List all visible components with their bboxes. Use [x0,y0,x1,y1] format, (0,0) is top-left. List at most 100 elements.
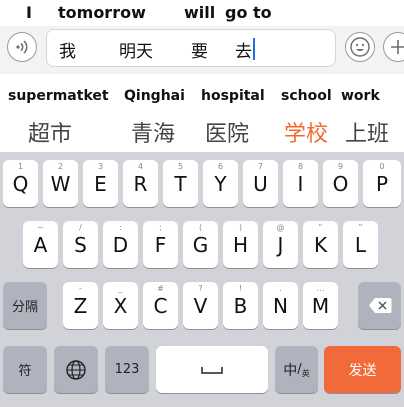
key-hint: - [79,284,82,293]
input-char-qu: 去 [235,42,252,62]
emoji-button[interactable] [345,32,375,62]
key-label: Z [73,293,88,318]
key-hint: … [316,284,325,293]
key-c[interactable]: # C [143,282,178,329]
candidate-yiyuan[interactable]: 医院 [205,116,249,148]
key-s[interactable]: / S [63,221,98,268]
key-u[interactable]: 7U [243,160,278,207]
key-j[interactable]: @ J [263,221,298,268]
key-k[interactable]: “K [303,221,338,268]
key-hint: . [279,284,282,293]
key-hint: 8 [297,162,304,171]
key-label: A [33,232,48,257]
key-label: 中 [283,362,298,379]
voice-icon [16,40,28,54]
key-hint: 4 [137,162,144,171]
key-m[interactable]: … M [303,282,338,329]
key-b[interactable]: ! B [223,282,258,329]
key-label: H [232,232,249,257]
key-e[interactable]: 3E [83,160,118,207]
key-hint: ” [358,223,363,232]
key-hint: “ [318,223,323,232]
key-d[interactable]: :D [103,221,138,268]
key-label: R [133,171,148,196]
key-hint: 6 [217,162,224,171]
key-v[interactable]: ? V [183,282,218,329]
key-label: U [253,171,268,196]
key-label: 符 [18,364,32,379]
key-label: G [192,232,209,257]
key-y[interactable]: 6Y [203,160,238,207]
key-r[interactable]: 4R [123,160,158,207]
language-globe-key[interactable] [54,346,98,393]
key-label: I [297,171,304,196]
input-char-yao: 要 [191,42,208,62]
separator-key[interactable]: 分隔 [3,282,47,329]
candidate-shangban[interactable]: 上班 [345,116,389,148]
key-n[interactable]: .N [263,282,298,329]
key-a[interactable]: ~ A [23,221,58,268]
key-w[interactable]: 2W [43,160,78,207]
key-label: E [94,171,107,196]
key-hint: # [157,284,164,293]
key-label: S [74,232,87,257]
key-hint: @ [276,223,285,232]
key-label: C [153,293,168,318]
english-gloss: I tomorrow will go to [0,0,404,26]
message-input[interactable]: 我 明天 要 去 [46,29,336,67]
key-hint: 3 [97,162,104,171]
key-q[interactable]: 1Q [3,160,38,207]
key-hint: ) [238,223,243,232]
key-hint: ! [238,284,243,293]
key-label: Y [214,171,227,196]
chinese-english-toggle-key[interactable]: 中 / 英 [275,346,318,393]
candidate-bar: 超市 青海 医院 学校 上班 [0,110,404,152]
key-hint: / [79,223,82,232]
key-o[interactable]: 9O [323,160,358,207]
key-label: J [277,232,284,257]
input-char-wo: 我 [59,42,76,62]
globe-icon [66,359,86,380]
key-label: W [50,171,71,196]
key-z[interactable]: -Z [63,282,98,329]
gloss-i: I [26,3,32,22]
input-bar: 我 明天 要 去 [0,26,404,74]
gloss-go-to: go to [225,3,272,22]
text-caret [253,38,255,60]
space-key[interactable] [156,346,268,393]
key-label: 123 [114,362,140,377]
key-label: O [332,171,349,196]
candidate-gloss: supermatket Qinghai hospital school work [0,88,404,110]
delete-key[interactable] [358,282,401,329]
candidate-qinghai[interactable]: 青海 [131,116,175,148]
cand-gloss-supermarket: supermatket [8,88,109,104]
key-p[interactable]: 0P [363,160,401,207]
cand-gloss-school: school [281,88,332,104]
voice-input-button[interactable] [7,32,37,62]
number-key[interactable]: 123 [105,346,149,393]
key-l[interactable]: ” L [343,221,378,268]
key-label: M [311,293,330,318]
backspace-icon [368,298,391,313]
smiley-icon [350,37,370,57]
key-x[interactable]: _ X [103,282,138,329]
key-hint: _ [118,284,123,293]
key-label: F [154,232,167,257]
send-button[interactable]: 发送 [324,346,401,393]
key-hint: ; [159,223,162,232]
key-hint: 9 [337,162,344,171]
key-f[interactable]: ; F [143,221,178,268]
gloss-tomorrow: tomorrow [58,3,146,22]
key-g[interactable]: (G [183,221,218,268]
cand-gloss-hospital: hospital [201,88,265,104]
key-label: B [233,293,248,318]
candidate-chaoshi[interactable]: 超市 [28,116,72,148]
symbol-key[interactable]: 符 [3,346,47,393]
key-h[interactable]: ) H [223,221,258,268]
key-label: T [174,171,187,196]
key-t[interactable]: 5T [163,160,198,207]
key-i[interactable]: 8I [283,160,318,207]
candidate-xuexiao[interactable]: 学校 [284,116,328,148]
key-label: K [313,232,328,257]
more-button[interactable] [383,32,404,62]
